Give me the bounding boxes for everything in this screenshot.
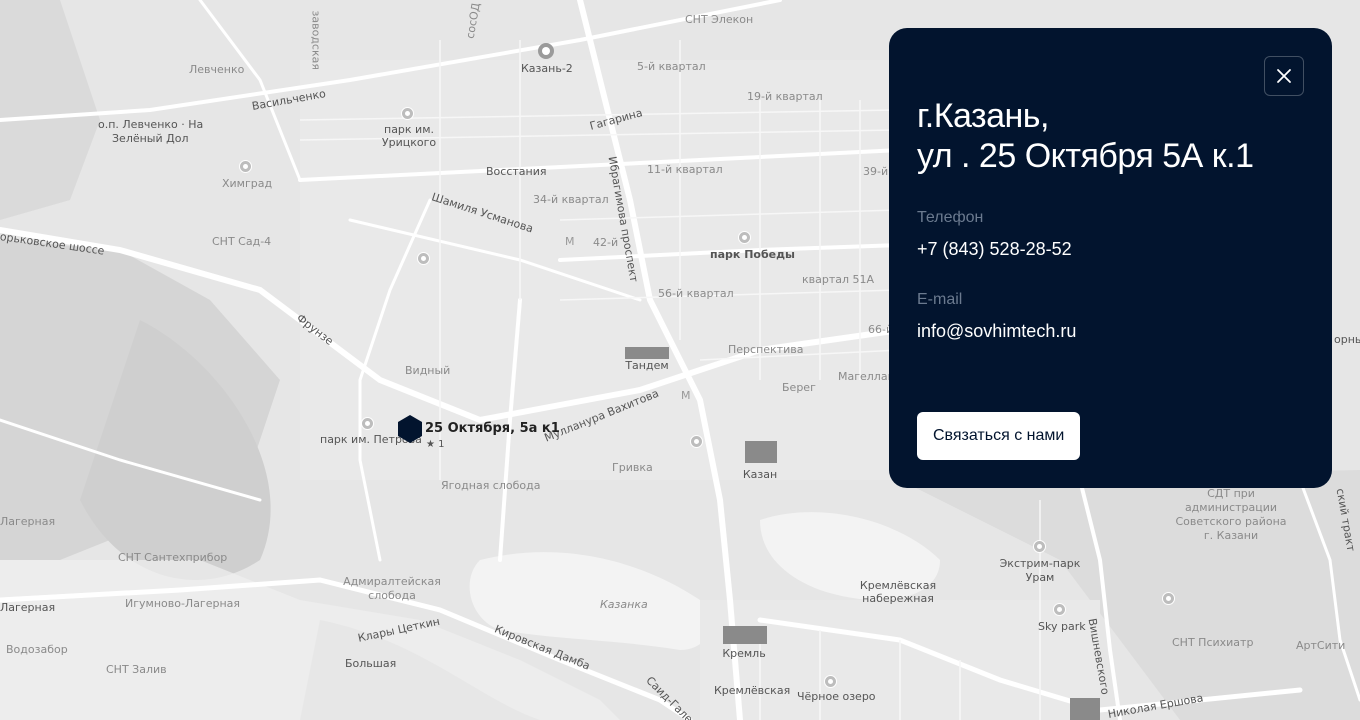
area-label: Берег <box>782 381 816 394</box>
poi-pin-icon[interactable] <box>239 160 252 173</box>
park-label: парк им. <box>384 123 434 136</box>
park-pin-icon[interactable] <box>401 107 414 120</box>
park-label: Чёрное озеро <box>797 690 876 703</box>
area-label: СНТ Психиатр <box>1172 636 1254 649</box>
poi-label: Кремлёвская <box>859 579 937 592</box>
phone-value[interactable]: +7 (843) 528-28-52 <box>917 238 1304 260</box>
area-label: Водозабор <box>6 643 68 656</box>
email-value[interactable]: info@sovhimtech.ru <box>917 320 1304 342</box>
area-label: АртСити <box>1296 639 1346 652</box>
poi-label: Sky park <box>1038 620 1086 633</box>
area-label: СНТ Сантехприбор <box>118 551 228 564</box>
location-marker-rating: ★ 1 <box>426 439 445 450</box>
park-pin-icon[interactable] <box>738 231 751 244</box>
poi-label: набережная <box>862 592 934 605</box>
water-label: Казанка <box>600 598 648 611</box>
address-street: ул . 25 Октября 5А к.1 <box>917 137 1254 175</box>
svg-text:М: М <box>681 389 691 402</box>
area-label: Лагерная <box>0 515 56 528</box>
poi-label: Казан <box>742 468 778 481</box>
station-label: Зелёный Дол <box>112 132 189 145</box>
station-label: о.п. Левченко · На <box>98 118 204 131</box>
park-label: парк Победы <box>710 248 795 261</box>
svg-text:М: М <box>565 235 575 248</box>
area-label: СНТ Сад-4 <box>212 235 272 248</box>
park-pin-icon[interactable] <box>824 675 837 688</box>
area-label: 5-й квартал <box>637 60 706 73</box>
park-pin-icon[interactable] <box>417 252 430 265</box>
street-label: орны <box>1334 333 1360 346</box>
area-label: 42-й <box>593 236 619 249</box>
street-label: Кремлёвская <box>714 684 791 697</box>
area-label: 19-й квартал <box>747 90 823 103</box>
area-label: администрации <box>1184 501 1278 514</box>
location-marker-icon[interactable] <box>396 414 424 444</box>
area-label: СНТ Залив <box>106 663 167 676</box>
park-pin-icon[interactable] <box>361 417 374 430</box>
email-label: E-mail <box>917 291 963 308</box>
address-panel: г.Казань, ул . 25 Октября 5А к.1 Телефон… <box>889 28 1332 488</box>
area-label: Ягодная слобода <box>441 479 541 492</box>
poi-pin-icon[interactable] <box>1053 603 1066 616</box>
poi-label: Тандем <box>625 359 669 372</box>
contact-us-button[interactable]: Связаться с нами <box>917 412 1081 460</box>
area-label: Адмиралтейская <box>343 575 441 588</box>
address-title: г.Казань, ул . 25 Октября 5А к.1 <box>917 96 1304 176</box>
park-label: Урицкого <box>381 136 437 149</box>
area-label: СДТ при <box>1207 487 1255 500</box>
location-marker-label[interactable]: 25 Октября, 5а к1 <box>425 421 560 436</box>
address-city: г.Казань, <box>917 97 1049 135</box>
area-label: Левченко <box>189 63 245 76</box>
area-label: 34-й квартал <box>533 193 609 206</box>
park-pin-icon[interactable] <box>1033 540 1046 553</box>
area-label: СНТ Элекон <box>685 13 754 26</box>
close-icon <box>1277 69 1291 83</box>
park-label: Экстрим-парк <box>999 557 1081 570</box>
station-label: Казань-2 <box>521 62 573 75</box>
area-label: Гривка <box>612 461 653 474</box>
close-button[interactable] <box>1264 56 1304 96</box>
area-label: Перспектива <box>728 343 804 356</box>
area-label: г. Казани <box>1203 529 1259 542</box>
poi-pin-icon[interactable] <box>1162 592 1175 605</box>
station-label: Лагерная <box>0 601 56 614</box>
street-label: Восстания <box>486 165 547 178</box>
area-label: Игумново-Лагерная <box>125 597 241 610</box>
area-label: 11-й квартал <box>647 163 723 176</box>
area-label: Магеллан <box>838 370 895 383</box>
area-label: 39-й <box>863 165 889 178</box>
street-label: заводская <box>309 10 323 70</box>
park-pin-icon[interactable] <box>690 435 703 448</box>
park-label: Урам <box>1025 571 1055 584</box>
area-label: Советского района <box>1175 515 1287 528</box>
street-label: Большая <box>345 657 397 670</box>
poi-label: Кремль <box>722 647 766 660</box>
area-label: квартал 51А <box>802 273 875 286</box>
area-label: 56-й квартал <box>658 287 734 300</box>
phone-label: Телефон <box>917 209 984 226</box>
poi-label: Химград <box>222 177 273 190</box>
area-label: Видный <box>405 364 451 377</box>
area-label: слобода <box>368 589 416 602</box>
